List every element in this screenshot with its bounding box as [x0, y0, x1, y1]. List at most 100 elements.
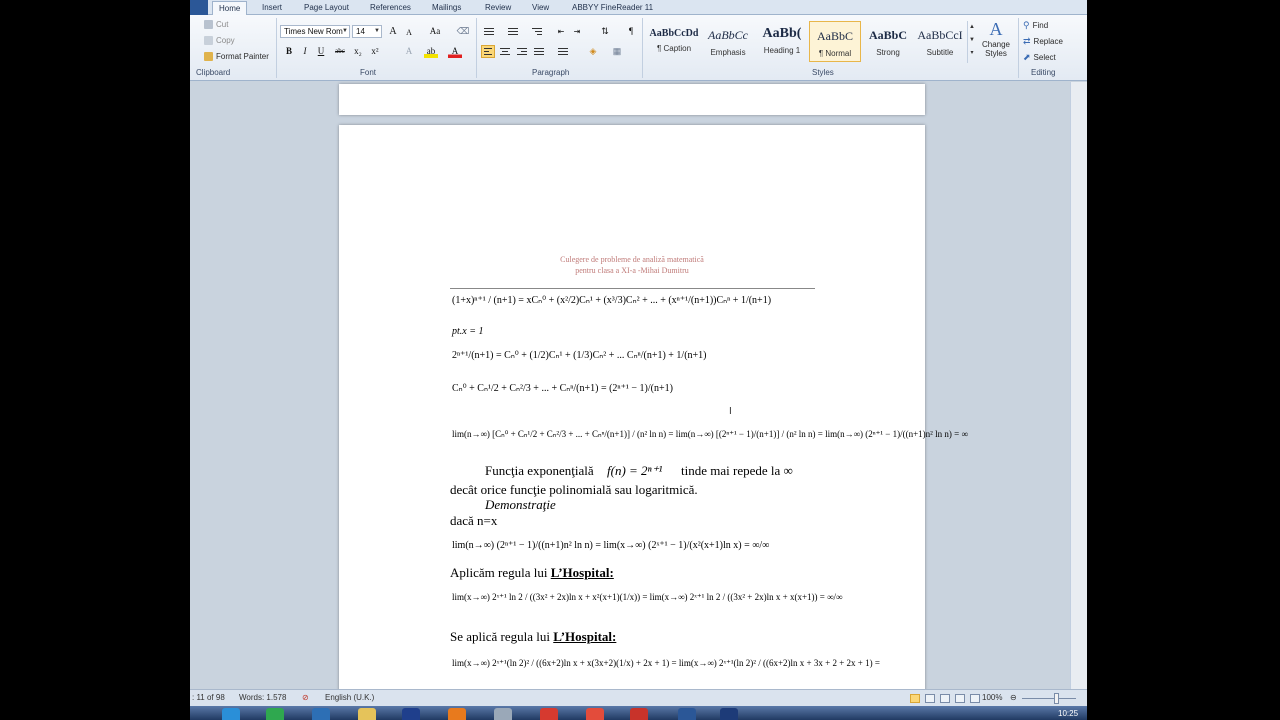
language[interactable]: English (U.K.) [325, 693, 374, 702]
abbyy-icon[interactable] [720, 708, 738, 720]
folder-icon[interactable] [358, 708, 376, 720]
cut-button[interactable]: Cut [204, 20, 228, 29]
brush-icon [204, 52, 213, 61]
clear-formatting-icon[interactable]: ⌫ [456, 25, 470, 38]
page-header-line2: pentru clasa a XI-a -Mihai Dumitru [575, 266, 689, 275]
change-styles-button[interactable]: A Change Styles [980, 19, 1012, 58]
highlight-icon[interactable]: ab [424, 45, 438, 58]
network-icon[interactable] [312, 708, 330, 720]
demonstration-heading: Demonstraţie [485, 497, 556, 512]
equation-1: (1+x)ⁿ⁺¹ / (n+1) = xCₙ⁰ + (x²/2)Cₙ¹ + (x… [452, 295, 772, 306]
numbering-icon[interactable] [506, 25, 520, 38]
borders-icon[interactable]: ▦ [610, 45, 624, 58]
editing-group-label: Editing [1031, 68, 1056, 77]
align-center-icon[interactable] [498, 45, 512, 58]
bold-button[interactable]: B [282, 45, 296, 58]
firefox-icon[interactable] [448, 708, 466, 720]
zoom-slider[interactable] [1022, 698, 1076, 699]
paragraph-1-function: f(n) = 2ⁿ⁺¹ [607, 463, 663, 478]
font-size-combo[interactable]: 14 ▼ [352, 25, 382, 38]
style-heading-1[interactable]: AaBb( Heading 1 [756, 21, 808, 62]
increase-indent-icon[interactable]: ⇥ [570, 25, 584, 38]
group-divider [642, 18, 643, 78]
font-group-label: Font [360, 68, 377, 77]
media-icon[interactable] [630, 708, 648, 720]
copy-button[interactable]: Copy [204, 36, 235, 45]
decrease-indent-icon[interactable]: ⇤ [554, 25, 568, 38]
word-count[interactable]: Words: 1.578 [239, 693, 286, 702]
format-painter-button[interactable]: Format Painter [204, 52, 269, 61]
scissors-icon [204, 20, 213, 29]
font-name-combo[interactable]: Times New Rom ▼ [280, 25, 350, 38]
text-effects-icon[interactable]: A [402, 45, 416, 58]
zoom-out-icon[interactable]: ⊖ [1010, 693, 1017, 702]
multilevel-list-icon[interactable] [530, 25, 544, 38]
align-left-icon[interactable] [481, 45, 495, 58]
strikethrough-button[interactable]: abc [331, 45, 349, 58]
tab-mailings[interactable]: Mailings [426, 1, 467, 15]
equation-8: lim(x→∞) 2ˣ⁺¹(ln 2)² / ((6x+2)ln x + x(3… [452, 658, 880, 668]
clock[interactable]: 10:25 [1058, 709, 1078, 718]
document-page[interactable]: Culegere de probleme de analiză matemati… [339, 125, 968, 705]
full-screen-reading-icon[interactable] [925, 694, 935, 703]
save-disk-icon[interactable] [402, 708, 420, 720]
opera-icon[interactable] [540, 708, 558, 720]
vertical-scrollbar[interactable] [1070, 82, 1087, 689]
style-emphasis[interactable]: AaBbCc Emphasis [702, 21, 754, 62]
equation-4: Cₙ⁰ + Cₙ¹/2 + Cₙ²/3 + ... + Cₙⁿ/(n+1) = … [452, 383, 673, 394]
replace-button[interactable]: ⇄ Replace [1023, 36, 1063, 47]
superscript-button[interactable]: x² [368, 45, 382, 58]
equation-3: 2ⁿ⁺¹/(n+1) = Cₙ⁰ + (1/2)Cₙ¹ + (1/3)Cₙ² +… [452, 350, 707, 361]
tab-abbyy[interactable]: ABBYY FineReader 11 [566, 1, 659, 15]
zoom-slider-thumb[interactable] [1054, 693, 1059, 704]
word-icon[interactable] [678, 708, 696, 720]
shrink-font-button[interactable]: A [402, 26, 416, 39]
equation-2: pt.x = 1 [452, 326, 484, 337]
sort-icon[interactable]: ⇅ [598, 25, 612, 38]
zoom-level[interactable]: 100% [982, 693, 1002, 702]
tab-references[interactable]: References [364, 1, 417, 15]
style-caption[interactable]: AaBbCcDd ¶ Caption [648, 21, 700, 62]
style-strong[interactable]: AaBbC Strong [862, 21, 914, 62]
shading-icon[interactable]: ◈ [586, 45, 600, 58]
tab-review[interactable]: Review [479, 1, 517, 15]
font-color-icon[interactable]: A [448, 45, 462, 58]
styles-gallery-scroll[interactable]: ▲ ▼ ▾ [967, 21, 976, 63]
ribbon: Cut Copy Format Painter Clipboard Times … [190, 15, 1087, 81]
style-subtitle[interactable]: AaBbCcI Subtitle [914, 21, 966, 62]
screen: Home Insert Page Layout References Maili… [0, 0, 1280, 720]
italic-button[interactable]: I [298, 45, 312, 58]
change-case-button[interactable]: Aa [426, 25, 444, 38]
equation-7: lim(x→∞) 2ˣ⁺¹ ln 2 / ((3x² + 2x)ln x + x… [452, 592, 843, 602]
app-icon[interactable] [494, 708, 512, 720]
style-normal[interactable]: AaBbC ¶ Normal [809, 21, 861, 62]
find-button[interactable]: ⚲ Find [1023, 20, 1048, 31]
status-bar: : 11 of 98 Words: 1.578 ⊘ English (U.K.)… [190, 689, 1087, 706]
tab-page-layout[interactable]: Page Layout [298, 1, 355, 15]
tab-insert[interactable]: Insert [256, 1, 288, 15]
select-button[interactable]: ⬈ Select [1023, 52, 1056, 63]
chrome-icon[interactable] [586, 708, 604, 720]
justify-icon[interactable] [532, 45, 546, 58]
print-layout-icon[interactable] [910, 694, 920, 703]
group-divider [276, 18, 277, 78]
proofing-icon[interactable]: ⊘ [302, 693, 309, 702]
underline-button[interactable]: U [314, 45, 328, 58]
grow-font-button[interactable]: A [386, 25, 400, 38]
utorrent-icon[interactable] [266, 708, 284, 720]
file-tab[interactable] [190, 0, 208, 15]
paragraph-1-text: Funcţia exponenţială [485, 463, 594, 478]
outline-icon[interactable] [955, 694, 965, 703]
equation-5: lim(n→∞) [Cₙ⁰ + Cₙ¹/2 + Cₙ²/3 + ... + Cₙ… [452, 429, 968, 439]
subscript-button[interactable]: x₂ [351, 45, 365, 58]
bullets-icon[interactable] [482, 25, 496, 38]
show-marks-icon[interactable]: ¶ [624, 25, 638, 38]
tab-home[interactable]: Home [212, 1, 248, 15]
web-layout-icon[interactable] [940, 694, 950, 703]
align-right-icon[interactable] [515, 45, 529, 58]
line-spacing-icon[interactable] [556, 45, 570, 58]
draft-icon[interactable] [970, 694, 980, 703]
ie-icon[interactable] [222, 708, 240, 720]
tab-view[interactable]: View [526, 1, 555, 15]
page-count[interactable]: : 11 of 98 [192, 693, 225, 702]
